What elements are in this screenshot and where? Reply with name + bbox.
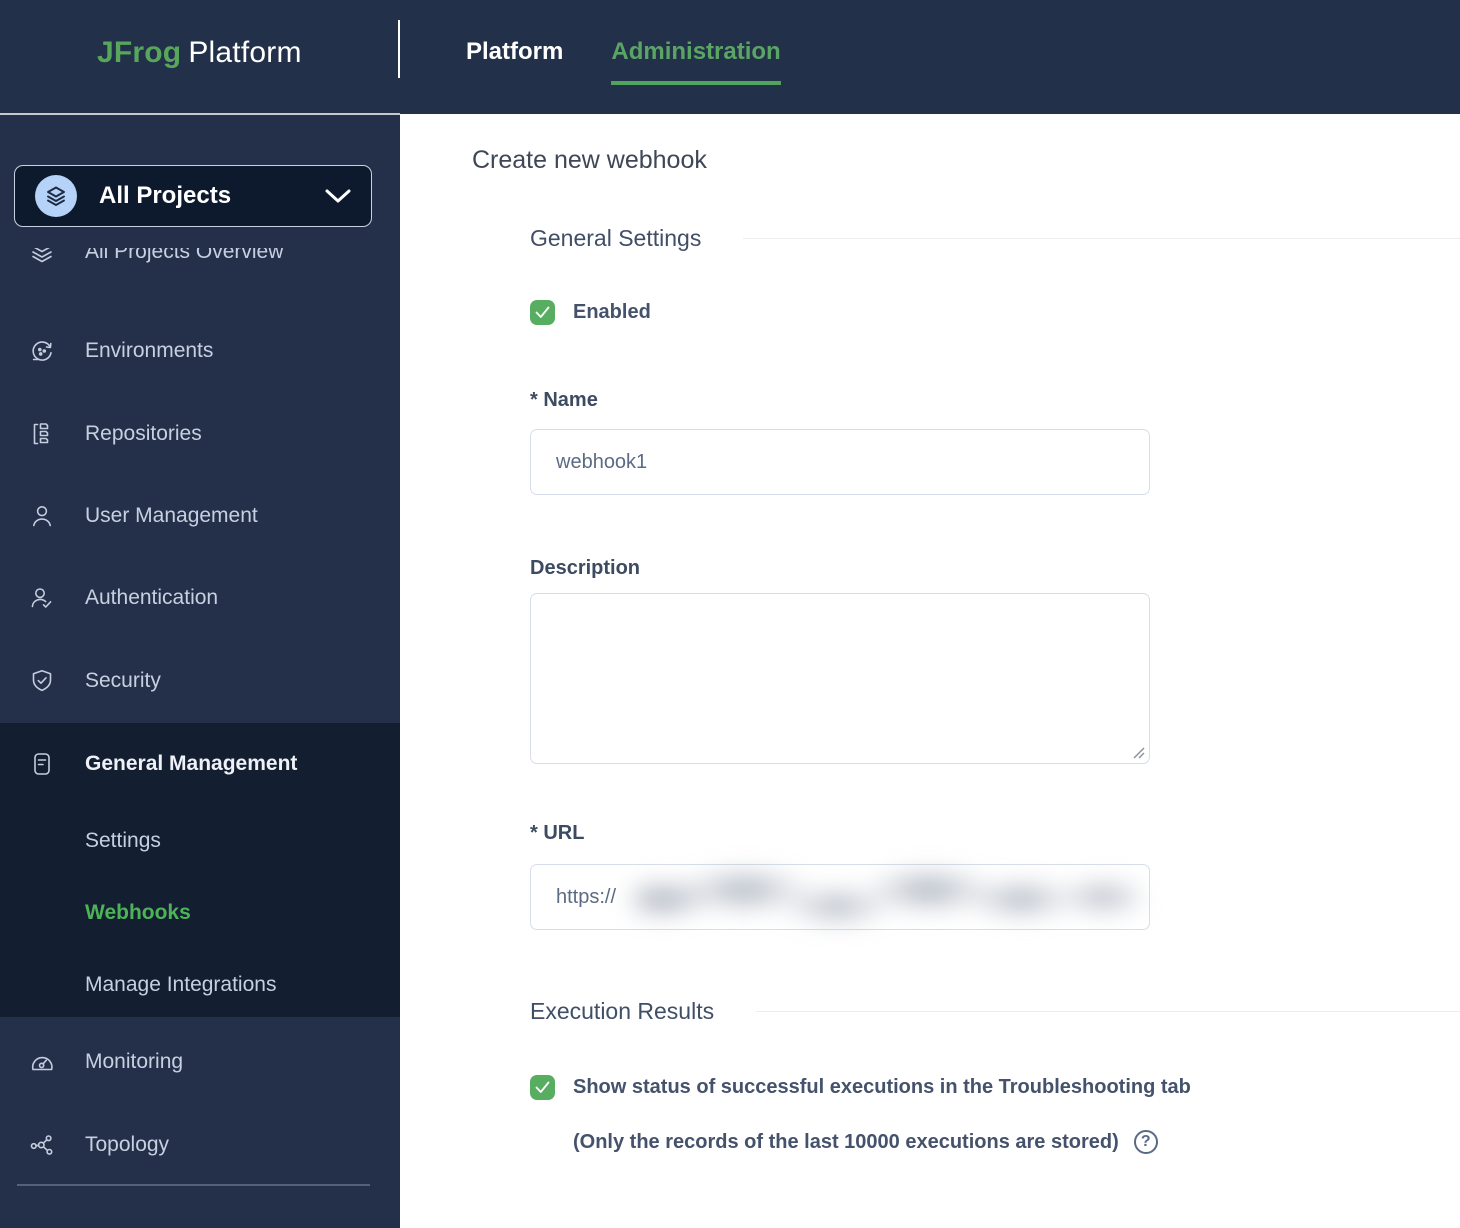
shield-check-icon: [29, 668, 55, 694]
show-status-checkbox[interactable]: [530, 1075, 555, 1100]
sidebar-item-user-management[interactable]: User Management: [0, 492, 400, 540]
environments-icon: [29, 338, 55, 364]
execution-note: (Only the records of the last 10000 exec…: [573, 1131, 1119, 1154]
sidebar-subitem-label: Webhooks: [85, 901, 191, 925]
execution-note-row: (Only the records of the last 10000 exec…: [573, 1130, 1460, 1154]
main-content: Create new webhook General Settings Enab…: [400, 114, 1460, 1228]
sidebar-subitem-settings[interactable]: Settings: [0, 817, 400, 865]
general-management-section: General Management Settings Webhooks Man…: [0, 723, 400, 1017]
project-selector-label: All Projects: [99, 182, 325, 210]
sidebar-subitem-manage-integrations[interactable]: Manage Integrations: [0, 961, 400, 1009]
logo-brand-text: JFrog: [97, 36, 181, 69]
enabled-label: Enabled: [573, 301, 651, 324]
topology-icon: [29, 1132, 55, 1158]
jfrog-platform-logo[interactable]: JFrogPlatform: [97, 36, 302, 70]
url-input[interactable]: [530, 864, 1150, 930]
gauge-icon: [29, 1049, 55, 1075]
all-projects-icon: [35, 175, 77, 217]
help-icon[interactable]: ?: [1134, 1130, 1158, 1154]
document-icon: [29, 751, 55, 777]
sidebar-item-general-management[interactable]: General Management: [0, 740, 400, 788]
sidebar-bottom-divider: [17, 1184, 370, 1186]
sidebar-item-label: All Projects Overview: [85, 248, 283, 264]
sidebar-item-label: General Management: [85, 752, 297, 776]
sidebar-item-label: Authentication: [85, 586, 218, 610]
resize-handle-icon[interactable]: [1131, 745, 1145, 759]
url-field-wrap: [530, 864, 1150, 930]
sidebar-item-label: Repositories: [85, 422, 202, 446]
section-divider: [756, 1011, 1460, 1012]
show-status-checkbox-row: Show status of successful executions in …: [530, 1075, 1460, 1100]
chevron-down-icon: [325, 189, 351, 204]
enabled-checkbox[interactable]: [530, 300, 555, 325]
section-title: Execution Results: [530, 998, 714, 1025]
user-icon: [29, 503, 55, 529]
sidebar-subitem-label: Manage Integrations: [85, 973, 276, 997]
page-title: Create new webhook: [472, 146, 1460, 175]
sidebar-item-label: Environments: [85, 339, 213, 363]
sidebar-item-monitoring[interactable]: Monitoring: [0, 1038, 400, 1086]
show-status-label: Show status of successful executions in …: [573, 1076, 1191, 1099]
webhook-form: General Settings Enabled * Name Descript…: [530, 225, 1460, 1154]
name-label: * Name: [530, 389, 1460, 412]
sidebar-item-environments[interactable]: Environments: [0, 327, 400, 375]
project-selector[interactable]: All Projects: [14, 165, 372, 227]
sidebar-item-all-projects-overview[interactable]: All Projects Overview: [0, 248, 400, 276]
repositories-icon: [29, 421, 55, 447]
sidebar-top-divider: [0, 113, 400, 115]
sidebar-item-repositories[interactable]: Repositories: [0, 410, 400, 458]
name-input[interactable]: [530, 429, 1150, 495]
logo-product-text: Platform: [188, 36, 301, 69]
sidebar-item-authentication[interactable]: Authentication: [0, 574, 400, 622]
url-label: * URL: [530, 822, 1460, 845]
enabled-checkbox-row: Enabled: [530, 300, 1460, 325]
layers-icon: [29, 248, 55, 265]
tab-administration[interactable]: Administration: [611, 38, 780, 85]
check-icon: [534, 1080, 551, 1095]
sidebar-item-label: Security: [85, 669, 161, 693]
check-icon: [534, 305, 551, 320]
section-divider: [743, 238, 1460, 239]
sidebar-subitem-label: Settings: [85, 829, 161, 853]
tab-platform[interactable]: Platform: [466, 38, 563, 85]
sidebar-item-label: Monitoring: [85, 1050, 183, 1074]
sidebar-item-label: Topology: [85, 1133, 169, 1157]
sidebar-subitem-webhooks[interactable]: Webhooks: [0, 889, 400, 937]
top-header: JFrogPlatform Platform Administration: [0, 0, 1460, 114]
description-textarea[interactable]: [530, 593, 1150, 764]
user-check-icon: [29, 585, 55, 611]
execution-results-heading: Execution Results: [530, 998, 1460, 1025]
sidebar-item-label: User Management: [85, 504, 258, 528]
header-tabs: Platform Administration: [466, 38, 781, 85]
section-title: General Settings: [530, 225, 701, 252]
sidebar-item-security[interactable]: Security: [0, 657, 400, 705]
sidebar-item-topology[interactable]: Topology: [0, 1121, 400, 1169]
header-divider: [398, 20, 400, 78]
sidebar-menu: All Projects Overview Environments: [0, 248, 400, 1228]
description-field-wrap: [530, 593, 1150, 764]
admin-sidebar: All Projects All Projects Overview: [0, 114, 400, 1228]
general-settings-heading: General Settings: [530, 225, 1460, 252]
description-label: Description: [530, 557, 1460, 580]
